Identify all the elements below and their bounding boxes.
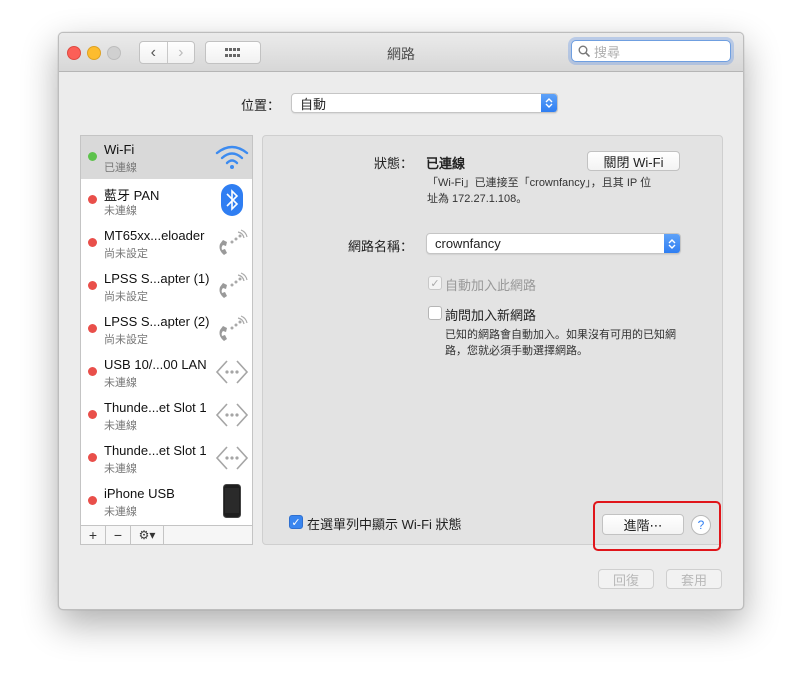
service-item-lpss-1[interactable]: LPSS S...apter (1) 尚未設定 <box>81 265 252 308</box>
location-label: 位置： <box>241 98 281 113</box>
ethernet-icon <box>214 398 250 432</box>
search-field[interactable]: 搜尋 <box>571 40 731 62</box>
popup-arrows-icon <box>664 234 680 253</box>
status-dot <box>88 195 97 204</box>
service-item-thunderbolt-1[interactable]: Thunde...et Slot 1 未連線 <box>81 394 252 437</box>
service-status: 未連線 <box>104 420 137 432</box>
service-name: iPhone USB <box>104 486 175 501</box>
ask-join-description-line-1: 已知的網路會自動加入。如果沒有可用的已知網 <box>445 329 676 341</box>
service-list-toolbar: + − ⚙▾ <box>80 525 253 545</box>
iphone-icon <box>214 484 250 518</box>
service-name: Wi-Fi <box>104 142 135 157</box>
service-name: LPSS S...apter (1) <box>104 271 210 286</box>
location-value: 自動 <box>300 96 327 112</box>
service-status: 未連線 <box>104 463 137 475</box>
help-button[interactable]: ? <box>691 515 711 535</box>
service-status: 已連線 <box>104 162 137 174</box>
network-preferences-window: ‹ › 網路 搜尋 位置： 自動 Wi-Fi 已連線 藍牙 PAN 未連線 MT… <box>58 32 744 610</box>
service-status: 未連線 <box>104 377 137 389</box>
service-name: Thunde...et Slot 1 <box>104 400 207 415</box>
status-dot <box>88 238 97 247</box>
status-description-line-1: 「Wi-Fi」已連接至「crownfancy」，且其 IP 位 <box>427 177 652 189</box>
gear-menu-button[interactable]: ⚙▾ <box>131 526 164 544</box>
status-dot <box>88 324 97 333</box>
status-dot <box>88 496 97 505</box>
ethernet-icon <box>214 355 250 389</box>
phone-icon <box>214 269 250 303</box>
status-label: 狀態： <box>373 156 413 171</box>
status-dot <box>88 367 97 376</box>
service-status: 尚未設定 <box>104 248 148 260</box>
service-status: 尚未設定 <box>104 334 148 346</box>
title-bar: ‹ › 網路 搜尋 <box>59 33 743 72</box>
status-description-line-2: 址為 172.27.1.108。 <box>427 193 528 205</box>
service-name: USB 10/...00 LAN <box>104 357 207 372</box>
service-item-thunderbolt-2[interactable]: Thunde...et Slot 1 未連線 <box>81 437 252 480</box>
service-item-bluetooth-pan[interactable]: 藍牙 PAN 未連線 <box>81 179 252 222</box>
revert-button[interactable]: 回復 <box>598 569 654 589</box>
service-item-iphone-usb[interactable]: iPhone USB 未連線 <box>81 480 252 523</box>
remove-service-button[interactable]: − <box>106 526 131 544</box>
status-value: 已連線 <box>426 156 466 171</box>
show-wifi-in-menubar-checkbox[interactable]: ✓ <box>289 515 303 529</box>
phone-icon <box>214 312 250 346</box>
network-name-value: crownfancy <box>435 236 501 251</box>
bluetooth-icon <box>214 183 250 217</box>
network-name-popup[interactable]: crownfancy <box>426 233 681 254</box>
auto-join-checkbox[interactable]: ✓ <box>428 276 442 290</box>
turn-off-wifi-button[interactable]: 關閉 Wi-Fi <box>587 151 680 171</box>
ask-join-label: 詢問加入新網路 <box>445 308 537 323</box>
wifi-icon <box>214 140 250 174</box>
service-status: 未連線 <box>104 506 137 518</box>
search-icon <box>578 45 590 57</box>
status-dot <box>88 152 97 161</box>
service-name: LPSS S...apter (2) <box>104 314 210 329</box>
status-dot <box>88 410 97 419</box>
service-item-lpss-2[interactable]: LPSS S...apter (2) 尚未設定 <box>81 308 252 351</box>
service-item-mt65xx[interactable]: MT65xx...eloader 尚未設定 <box>81 222 252 265</box>
status-dot <box>88 281 97 290</box>
show-wifi-in-menubar-label: 在選單列中顯示 Wi-Fi 狀態 <box>307 517 462 532</box>
popup-arrows-icon <box>541 94 557 112</box>
service-status: 尚未設定 <box>104 291 148 303</box>
ask-join-checkbox[interactable] <box>428 306 442 320</box>
service-name: MT65xx...eloader <box>104 228 205 243</box>
apply-button[interactable]: 套用 <box>666 569 722 589</box>
service-list: Wi-Fi 已連線 藍牙 PAN 未連線 MT65xx...eloader 尚未… <box>80 135 253 545</box>
location-popup[interactable]: 自動 <box>291 93 558 113</box>
advanced-button[interactable]: 進階⋯ <box>602 514 684 535</box>
service-item-wifi[interactable]: Wi-Fi 已連線 <box>81 136 252 179</box>
phone-icon <box>214 226 250 260</box>
ask-join-description-line-2: 路，您就必須手動選擇網路。 <box>445 345 588 357</box>
service-status: 未連線 <box>104 205 137 217</box>
auto-join-label: 自動加入此網路 <box>445 278 537 293</box>
service-item-usb-lan[interactable]: USB 10/...00 LAN 未連線 <box>81 351 252 394</box>
ethernet-icon <box>214 441 250 475</box>
network-name-label: 網路名稱： <box>347 239 413 254</box>
service-name: Thunde...et Slot 1 <box>104 443 207 458</box>
status-dot <box>88 453 97 462</box>
add-service-button[interactable]: + <box>81 526 106 544</box>
search-placeholder: 搜尋 <box>594 44 621 60</box>
